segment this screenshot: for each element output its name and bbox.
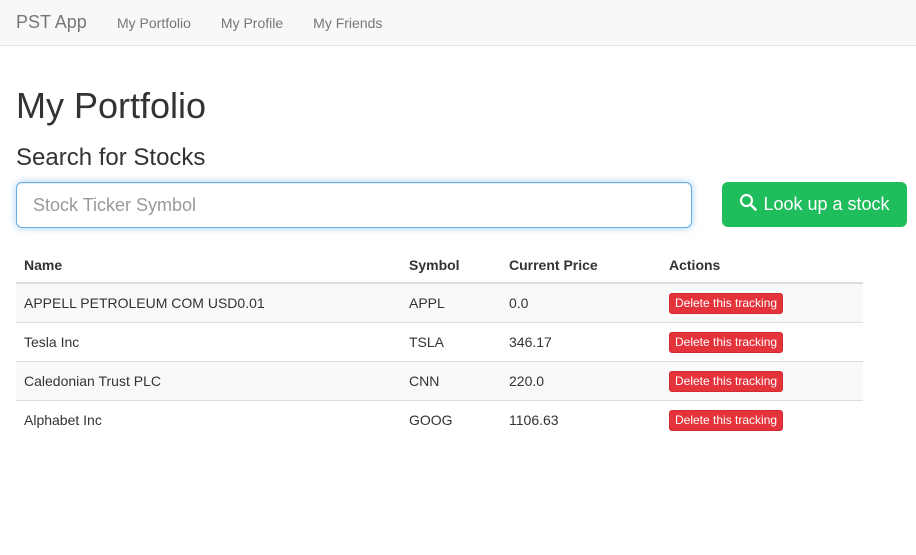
table-header-row: Name Symbol Current Price Actions — [16, 248, 863, 284]
column-header-actions: Actions — [661, 248, 863, 284]
look-up-stock-label: Look up a stock — [763, 194, 890, 214]
search-form: Look up a stock — [16, 182, 907, 228]
main-content: My Portfolio Search for Stocks Look up a… — [0, 86, 916, 439]
nav-link-my-portfolio[interactable]: My Portfolio — [117, 15, 191, 31]
brand-link[interactable]: PST App — [0, 12, 117, 33]
navbar: PST App My Portfolio My Profile My Frien… — [0, 0, 916, 46]
stock-ticker-input[interactable] — [16, 182, 692, 228]
stock-symbol: TSLA — [401, 322, 501, 362]
look-up-stock-button[interactable]: Look up a stock — [722, 182, 907, 227]
stock-name: APPELL PETROLEUM COM USD0.01 — [16, 282, 401, 323]
page-title: My Portfolio — [16, 85, 207, 126]
search-heading: Search for Stocks — [16, 144, 206, 171]
column-header-current-price: Current Price — [501, 248, 661, 284]
stock-symbol: CNN — [401, 361, 501, 401]
stock-symbol: APPL — [401, 282, 501, 323]
stock-name: Caledonian Trust PLC — [16, 361, 401, 401]
table-row: APPELL PETROLEUM COM USD0.01 APPL 0.0 De… — [16, 282, 863, 323]
column-header-name: Name — [16, 248, 401, 284]
stock-symbol: GOOG — [401, 400, 501, 439]
stock-price: 346.17 — [501, 322, 661, 362]
nav-link-my-friends[interactable]: My Friends — [313, 15, 382, 31]
nav-link-my-profile[interactable]: My Profile — [221, 15, 283, 31]
delete-tracking-button[interactable]: Delete this tracking — [669, 292, 784, 314]
table-row: Tesla Inc TSLA 346.17 Delete this tracki… — [16, 322, 863, 362]
table-row: Caledonian Trust PLC CNN 220.0 Delete th… — [16, 361, 863, 401]
stock-price: 1106.63 — [501, 400, 661, 439]
stock-price: 0.0 — [501, 282, 661, 323]
search-icon — [739, 193, 758, 216]
table-row: Alphabet Inc GOOG 1106.63 Delete this tr… — [16, 400, 863, 439]
delete-tracking-button[interactable]: Delete this tracking — [669, 409, 784, 431]
stock-name: Tesla Inc — [16, 322, 401, 362]
column-header-symbol: Symbol — [401, 248, 501, 284]
portfolio-table: Name Symbol Current Price Actions APPELL… — [16, 248, 863, 439]
delete-tracking-button[interactable]: Delete this tracking — [669, 331, 784, 353]
stock-price: 220.0 — [501, 361, 661, 401]
delete-tracking-button[interactable]: Delete this tracking — [669, 370, 784, 392]
stock-name: Alphabet Inc — [16, 400, 401, 439]
